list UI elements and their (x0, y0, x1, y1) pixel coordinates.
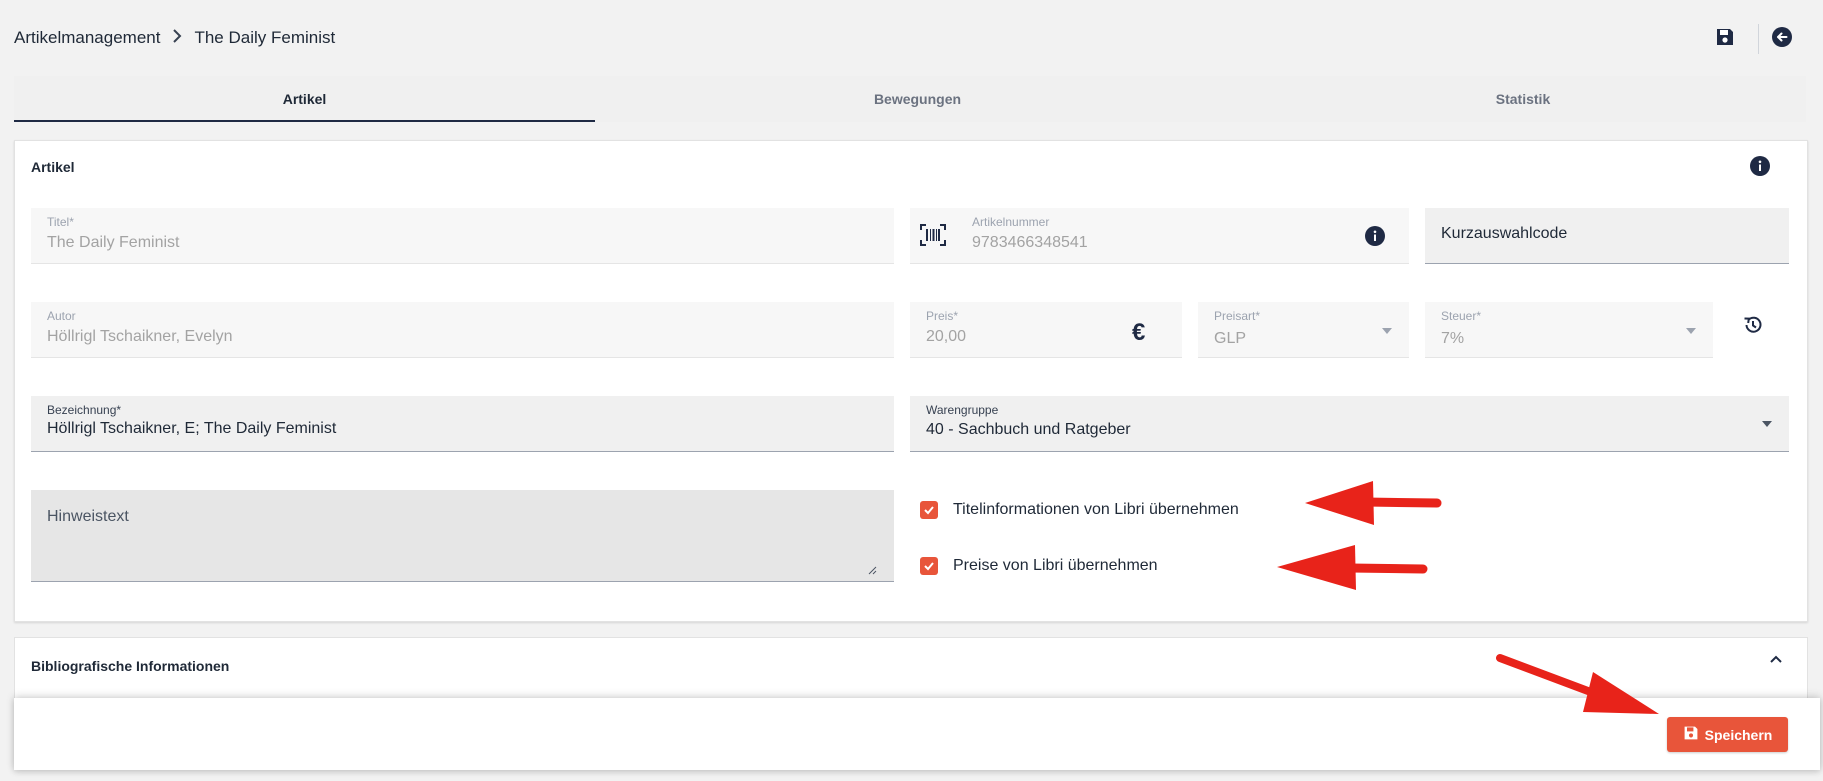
chevron-down-icon (1382, 328, 1392, 334)
footer-bar (14, 698, 1820, 770)
history-icon (1742, 314, 1764, 341)
resize-handle-icon[interactable] (867, 562, 877, 580)
bezeichnung-input[interactable]: Bezeichnung* Höllrigl Tschaikner, E; The… (31, 396, 894, 452)
save-icon (1683, 725, 1699, 744)
tab-bewegungen[interactable]: Bewegungen (595, 76, 1240, 122)
kurzauswahlcode-input[interactable]: Kurzauswahlcode (1425, 208, 1789, 264)
chevron-up-icon (1769, 651, 1783, 669)
bibliografie-title: Bibliografische Informationen (31, 658, 230, 674)
titel-label: Titel* (47, 215, 74, 229)
warengruppe-label: Warengruppe (926, 403, 999, 417)
info-icon (1750, 155, 1770, 181)
speichern-button[interactable]: Speichern (1667, 717, 1788, 752)
breadcrumb: Artikelmanagement The Daily Feminist (14, 28, 335, 48)
hinweistext-placeholder: Hinweistext (47, 508, 129, 525)
save-icon (1715, 27, 1735, 52)
bezeichnung-value: Höllrigl Tschaikner, E; The Daily Femini… (47, 420, 337, 437)
preisart-label: Preisart* (1214, 309, 1261, 323)
autor-label: Autor (47, 309, 76, 323)
breadcrumb-root[interactable]: Artikelmanagement (14, 28, 160, 48)
checkbox-titelinfo-row[interactable]: Titelinformationen von Libri übernehmen (920, 501, 1239, 519)
collapse-section-button[interactable] (1761, 650, 1791, 670)
breadcrumb-current: The Daily Feminist (194, 28, 336, 47)
tab-artikel[interactable]: Artikel (14, 76, 595, 122)
chevron-right-icon (172, 28, 182, 48)
steuer-label: Steuer* (1441, 309, 1482, 323)
preis-field[interactable]: Preis* 20,00 € (910, 302, 1182, 358)
warengruppe-value: 40 - Sachbuch und Ratgeber (926, 421, 1131, 438)
titel-value: The Daily Feminist (47, 234, 180, 251)
steuer-select[interactable]: Steuer* 7% (1425, 302, 1713, 358)
preise-checkbox[interactable] (920, 557, 938, 575)
titel-field[interactable]: Titel* The Daily Feminist (31, 208, 894, 264)
card-title: Artikel (31, 159, 75, 175)
info-icon[interactable] (1365, 226, 1385, 251)
barcode-icon[interactable] (920, 224, 946, 251)
preisart-select[interactable]: Preisart* GLP (1198, 302, 1409, 358)
hinweistext-textarea[interactable]: Hinweistext (31, 490, 894, 582)
autor-value: Höllrigl Tschaikner, Evelyn (47, 328, 233, 345)
steuer-value: 7% (1441, 330, 1465, 347)
tab-statistik[interactable]: Statistik (1240, 76, 1806, 122)
artikelnummer-label: Artikelnummer (972, 215, 1050, 229)
titelinfo-checkbox-label: Titelinformationen von Libri übernehmen (953, 501, 1239, 518)
preisart-value: GLP (1214, 330, 1247, 347)
back-button[interactable] (1767, 24, 1797, 54)
speichern-label: Speichern (1704, 726, 1773, 743)
tab-bar: Artikel Bewegungen Statistik (14, 76, 1806, 122)
checkmark-icon (924, 506, 934, 515)
artikelnummer-field[interactable]: Artikelnummer 9783466348541 (910, 208, 1409, 264)
artikelnummer-value: 9783466348541 (972, 234, 1088, 251)
header-divider (1758, 24, 1759, 54)
preis-label: Preis* (926, 309, 959, 323)
checkbox-preise-row[interactable]: Preise von Libri übernehmen (920, 557, 1158, 575)
card-info-button[interactable] (1745, 153, 1775, 183)
euro-icon: € (1132, 319, 1146, 346)
chevron-down-icon (1762, 421, 1772, 427)
autor-field[interactable]: Autor Höllrigl Tschaikner, Evelyn (31, 302, 894, 358)
bezeichnung-label: Bezeichnung* (47, 403, 122, 417)
titelinfo-checkbox[interactable] (920, 501, 938, 519)
price-history-button[interactable] (1738, 312, 1768, 342)
back-arrow-icon (1771, 26, 1793, 53)
chevron-down-icon (1686, 328, 1696, 334)
checkmark-icon (924, 562, 934, 571)
warengruppe-select[interactable]: Warengruppe 40 - Sachbuch und Ratgeber (910, 396, 1789, 452)
preis-value: 20,00 (926, 328, 967, 345)
preise-checkbox-label: Preise von Libri übernehmen (953, 557, 1158, 574)
kurzauswahlcode-placeholder: Kurzauswahlcode (1441, 225, 1568, 242)
header-save-button[interactable] (1710, 24, 1740, 54)
